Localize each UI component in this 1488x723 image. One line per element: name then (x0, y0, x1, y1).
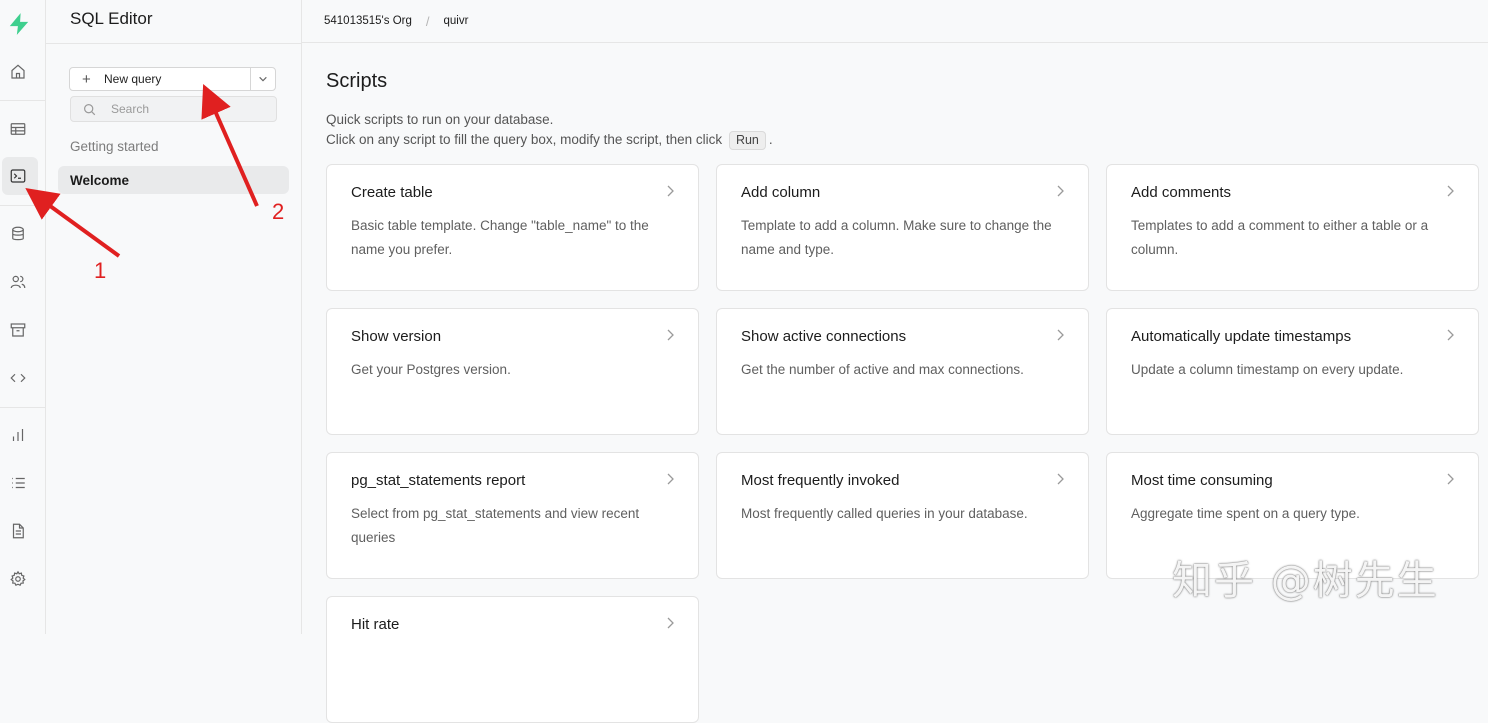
section-label-getting-started: Getting started (70, 139, 159, 154)
script-card[interactable]: Show version Get your Postgres version. (326, 308, 699, 435)
script-card[interactable]: pg_stat_statements report Select from pg… (326, 452, 699, 579)
script-card-title: Add comments (1131, 184, 1232, 201)
chevron-right-icon (1447, 329, 1454, 341)
script-card[interactable]: Automatically update timestamps Update a… (1106, 308, 1479, 435)
sidebar-item-welcome[interactable]: Welcome (58, 166, 289, 194)
chevron-right-icon (1447, 185, 1454, 197)
home-icon[interactable] (8, 62, 28, 82)
script-card-title: Add column (741, 184, 821, 201)
script-card-title: Hit rate (351, 616, 400, 633)
supabase-logo-icon[interactable] (6, 11, 32, 37)
main-content: Scripts Quick scripts to run on your dat… (302, 44, 1488, 723)
chevron-right-icon (1057, 473, 1064, 485)
watermark: 知乎 @树先生 (1172, 558, 1439, 604)
breadcrumb-project[interactable]: quivr (444, 15, 469, 27)
icon-rail (0, 0, 46, 634)
script-card-description: Get the number of active and max connect… (741, 362, 1024, 377)
plus-icon: + (82, 70, 91, 88)
script-card-title: Most frequently invoked (741, 472, 900, 489)
script-card-description: Template to add a column. Make sure to c… (741, 218, 1052, 257)
run-keyword-badge: Run (728, 131, 766, 150)
terminal-icon[interactable] (8, 166, 28, 186)
chevron-right-icon (667, 329, 674, 341)
script-card[interactable]: Create table Basic table template. Chang… (326, 164, 699, 291)
chevron-down-icon[interactable] (250, 68, 275, 90)
bar-chart-icon[interactable] (8, 425, 28, 445)
chevron-right-icon (667, 473, 674, 485)
script-card-description: Most frequently called queries in your d… (741, 506, 1028, 521)
table-icon[interactable] (8, 119, 28, 139)
database-icon[interactable] (8, 224, 28, 244)
chevron-right-icon (1447, 473, 1454, 485)
script-card-title: pg_stat_statements report (351, 472, 526, 489)
script-card-description: Basic table template. Change "table_name… (351, 218, 649, 257)
description-line-2: Click on any script to fill the query bo… (326, 130, 773, 150)
script-card[interactable]: Hit rate (326, 596, 699, 723)
script-card[interactable]: Show active connections Get the number o… (716, 308, 1089, 435)
document-icon[interactable] (8, 521, 28, 541)
script-card-title: Automatically update timestamps (1131, 328, 1352, 345)
script-card-title: Most time consuming (1131, 472, 1273, 489)
new-query-label: New query (104, 72, 162, 86)
script-card[interactable]: Add comments Templates to add a comment … (1106, 164, 1479, 291)
archive-icon[interactable] (8, 320, 28, 340)
breadcrumb-separator: / (425, 13, 430, 29)
page-description: Quick scripts to run on your database. C… (326, 110, 773, 150)
list-icon[interactable] (8, 473, 28, 493)
users-icon[interactable] (8, 272, 28, 292)
search-icon (83, 103, 99, 116)
script-card[interactable]: Add column Template to add a column. Mak… (716, 164, 1089, 291)
settings-icon[interactable] (8, 569, 28, 589)
chevron-right-icon (1057, 329, 1064, 341)
breadcrumb-org[interactable]: 541013515's Org (324, 15, 412, 27)
script-card-title: Create table (351, 184, 433, 201)
script-card-title: Show active connections (741, 328, 907, 345)
script-card-description: Update a column timestamp on every updat… (1131, 362, 1404, 377)
search-input[interactable]: Search (70, 96, 277, 122)
description-line-1: Quick scripts to run on your database. (326, 112, 554, 127)
sidebar-title: SQL Editor (70, 9, 153, 28)
script-card-description: Aggregate time spent on a query type. (1131, 506, 1360, 521)
script-card[interactable]: Most frequently invoked Most frequently … (716, 452, 1089, 579)
chevron-right-icon (667, 185, 674, 197)
search-placeholder: Search (111, 102, 150, 116)
annotation-label-2: 2 (272, 199, 285, 224)
chevron-right-icon (667, 617, 674, 629)
chevron-right-icon (1057, 185, 1064, 197)
annotation-label-1: 1 (94, 258, 107, 283)
code-icon[interactable] (8, 368, 28, 388)
script-card-title: Show version (351, 328, 442, 345)
script-card-description: Select from pg_stat_statements and view … (351, 506, 640, 545)
script-card-description: Templates to add a comment to either a t… (1131, 218, 1429, 257)
sql-editor-sidebar: SQL Editor + New query Search Getting st… (46, 0, 302, 634)
breadcrumb: 541013515's Org / quivr (302, 0, 1488, 43)
page-title: Scripts (326, 70, 388, 92)
script-card-description: Get your Postgres version. (351, 362, 511, 377)
new-query-button[interactable]: + New query (69, 67, 276, 91)
